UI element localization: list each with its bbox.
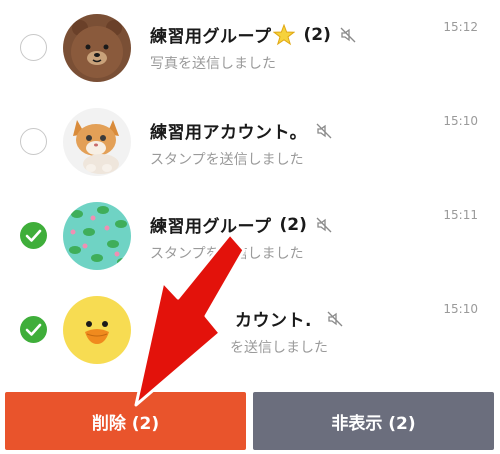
select-checkbox[interactable] — [20, 128, 47, 155]
mute-icon — [316, 123, 332, 138]
timestamp: 15:10 — [443, 302, 478, 316]
message-preview: を送信しました — [230, 340, 328, 356]
chat-row[interactable]: カウント. を送信しました 15:10 — [0, 288, 500, 384]
member-count: (2) — [279, 214, 307, 235]
select-checkbox[interactable] — [20, 34, 47, 61]
mute-icon — [327, 311, 343, 326]
chat-name-row: 練習用アカウント。 — [150, 118, 333, 143]
checkmark-icon — [25, 323, 42, 336]
chat-name-row: 練習用グループ (2) — [150, 212, 333, 237]
checkmark-icon — [25, 229, 42, 242]
message-preview: 写真を送信しました — [150, 56, 276, 72]
mute-icon — [316, 217, 332, 232]
chat-name: 練習用グループ — [150, 217, 272, 237]
chat-name: 練習用アカウント。 — [150, 123, 308, 143]
mute-icon — [340, 27, 356, 42]
chat-name: カウント. — [235, 311, 312, 331]
kitten-photo — [63, 108, 131, 176]
message-preview: スタンプを送信しました — [150, 152, 304, 168]
timestamp: 15:12 — [443, 20, 478, 34]
chat-name-row: カウント. — [235, 306, 344, 331]
star-icon — [273, 23, 296, 45]
chat-row[interactable]: 練習用グループ (2) 写真を送信しました 15:12 — [0, 0, 500, 96]
select-checkbox-checked[interactable] — [20, 222, 47, 249]
timestamp: 15:11 — [443, 208, 478, 222]
hide-button[interactable]: 非表示 (2) — [253, 392, 494, 450]
timestamp: 15:10 — [443, 114, 478, 128]
chick-icon — [63, 296, 131, 364]
chat-row[interactable]: 練習用グループ (2) スタンプを送信しました 15:11 — [0, 192, 500, 288]
select-checkbox-checked[interactable] — [20, 316, 47, 343]
chat-row[interactable]: 練習用アカウント。 スタンプを送信しました 15:10 — [0, 96, 500, 192]
frog-pattern-icon — [63, 202, 131, 270]
chat-name: 練習用グループ — [150, 27, 272, 47]
delete-button[interactable]: 削除 (2) — [5, 392, 246, 450]
bear-icon — [63, 14, 131, 82]
message-preview: スタンプを送信しました — [150, 246, 304, 262]
member-count: (2) — [303, 24, 331, 45]
chat-name-row: 練習用グループ (2) — [150, 22, 357, 47]
